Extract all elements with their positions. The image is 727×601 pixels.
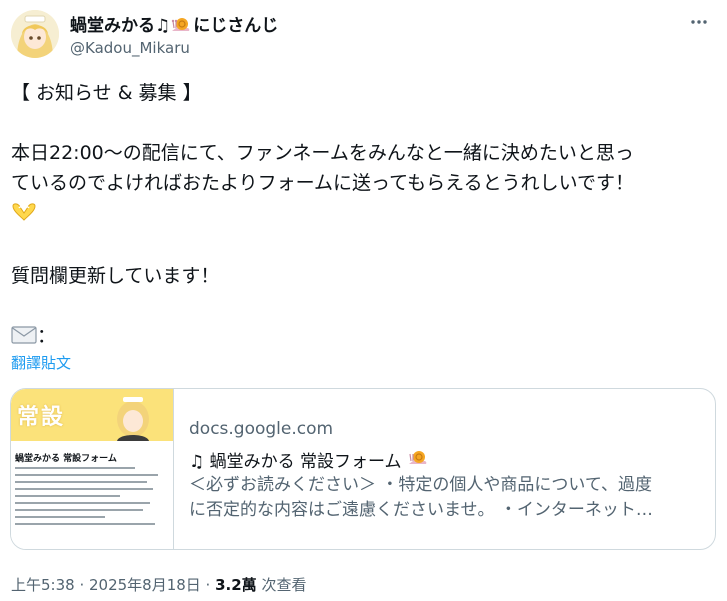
views-label: 次查看 (256, 576, 307, 594)
display-name-suffix: にじさんじ (193, 16, 279, 36)
thumbnail-text-lines (15, 467, 165, 530)
thumbnail-banner: 常設 (11, 389, 173, 441)
display-name-prefix: 蝸堂みかる♫ (70, 16, 171, 36)
card-description-line: ＜必ずお読みください＞ ・特定の個人や商品について、過度 (189, 475, 653, 495)
card-title: ♫ 蝸堂みかる 常設フォーム (189, 447, 428, 472)
user-handle[interactable]: @Kadou_Mikaru (70, 39, 190, 57)
thumbnail-banner-text: 常設 (17, 405, 66, 430)
post-timestamp[interactable]: 上午5:38 · 2025年8月18日 · (11, 576, 215, 594)
tweet-text: 【 お知らせ & 募集 】 本日22:00〜の配信にて、ファンネームをみんなと一… (11, 78, 717, 354)
heart-hands-emoji-icon (11, 201, 37, 231)
tweet-line: 本日22:00〜の配信にて、ファンネームをみんなと一緒に決めたいと思っ (11, 142, 634, 164)
snail-emoji-icon (408, 448, 428, 471)
translate-post-link[interactable]: 翻譯貼文 (11, 352, 71, 373)
thumbnail-form-title: 蝸堂みかる 常設フォーム (15, 454, 117, 464)
tweet-line: ているのでよければおたよりフォームに送ってもらえるとうれしいです！ (11, 172, 635, 194)
link-preview-card[interactable]: 常設 蝸堂みかる 常設フォーム docs.google.com ♫ 蝸堂みかる … (10, 388, 716, 550)
snail-emoji-icon (171, 15, 191, 33)
card-domain: docs.google.com (189, 419, 334, 439)
card-description: ＜必ずお読みください＞ ・特定の個人や商品について、過度 に否定的な内容はご遠慮… (189, 473, 701, 523)
contact-colon: ： (37, 325, 57, 347)
display-name[interactable]: 蝸堂みかる♫ にじさんじ (70, 11, 278, 36)
more-button[interactable] (685, 8, 713, 36)
envelope-emoji-icon (11, 324, 37, 354)
tweet-line-contact: ： (11, 321, 717, 354)
thumbnail-character-image (117, 397, 149, 441)
post-meta: 上午5:38 · 2025年8月18日 · 3.2萬 次查看 (11, 574, 306, 595)
tweet-line: 【 お知らせ & 募集 】 (11, 82, 202, 104)
more-horizontal-icon (691, 20, 707, 24)
tweet-line: 質問欄更新しています！ (11, 265, 220, 287)
avatar[interactable] (11, 10, 59, 58)
card-thumbnail: 常設 蝸堂みかる 常設フォーム (11, 389, 174, 549)
views-count: 3.2萬 (215, 576, 257, 594)
card-title-text: ♫ 蝸堂みかる 常設フォーム (189, 452, 402, 472)
card-description-line: に否定的な内容はご遠慮くださいませ。 ・インターネット… (189, 500, 653, 520)
tweet-line-emoji (11, 198, 717, 231)
avatar-image (11, 10, 59, 58)
